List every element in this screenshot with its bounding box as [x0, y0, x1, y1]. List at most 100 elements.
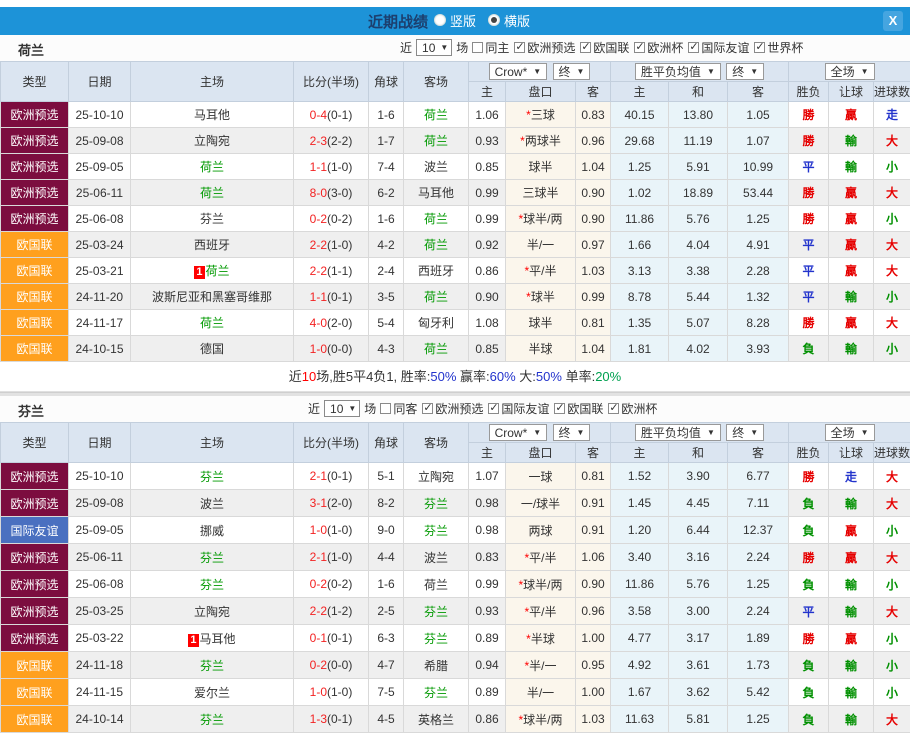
- competition-type-cell: 欧洲预选: [1, 544, 69, 571]
- team-name-text: 荷兰: [424, 578, 448, 592]
- league-checkbox[interactable]: 国际友谊: [488, 400, 549, 417]
- summary-part: 10: [302, 369, 316, 384]
- league-checkbox[interactable]: 欧洲杯: [608, 400, 657, 417]
- recent-count-select[interactable]: 10▼: [416, 39, 452, 56]
- col-odds-away: 客: [576, 443, 611, 463]
- chevron-down-icon: ▼: [440, 43, 448, 52]
- checkbox-icon[interactable]: [688, 42, 699, 53]
- league-checkbox[interactable]: 国际友谊: [688, 39, 749, 56]
- layout-radio-option[interactable]: 横版: [488, 11, 530, 30]
- section-header: 荷兰 近10▼场同主欧洲预选欧国联欧洲杯国际友谊世界杯: [0, 35, 910, 61]
- checkbox-icon[interactable]: [422, 403, 433, 414]
- chevron-down-icon: ▼: [533, 428, 541, 437]
- checkbox-icon[interactable]: [580, 42, 591, 53]
- odds-home-cell: 0.86: [469, 258, 506, 284]
- radio-icon[interactable]: [434, 14, 446, 26]
- team-name-text: 马耳他: [194, 108, 230, 122]
- away-team-cell: 立陶宛: [404, 463, 469, 490]
- handicap-result-cell: 輸: [829, 706, 874, 733]
- avg-home-cell: 11.63: [611, 706, 669, 733]
- crow-dropdown[interactable]: Crow*▼: [489, 63, 548, 80]
- team-name-text: 立陶宛: [194, 134, 230, 148]
- team-name-text: 芬兰: [424, 632, 448, 646]
- checkbox-icon[interactable]: [634, 42, 645, 53]
- fullmatch-dropdown[interactable]: 全场▼: [825, 424, 875, 441]
- result-cell: 平: [789, 284, 829, 310]
- odds-away-cell: 0.83: [576, 102, 611, 128]
- table-row: 欧洲预选25-06-08芬兰0-2(0-2)1-6荷兰0.99*球半/两0.90…: [1, 206, 910, 232]
- team-name-text: 马耳他: [418, 186, 454, 200]
- col-result: 胜负: [789, 82, 829, 102]
- result-cell: 勝: [789, 463, 829, 490]
- team-name-text: 芬兰: [200, 470, 224, 484]
- same-venue-checkbox[interactable]: 同客: [380, 400, 417, 417]
- checkbox-icon[interactable]: [754, 42, 765, 53]
- result-cell: 負: [789, 517, 829, 544]
- league-checkbox[interactable]: 欧洲预选: [422, 400, 483, 417]
- titlebar: 近期战绩 竖版横版 X: [0, 7, 910, 35]
- recent-count-select[interactable]: 10▼: [324, 400, 360, 417]
- layout-radio-option[interactable]: 竖版: [434, 11, 476, 30]
- handicap-cell: 一球: [506, 463, 576, 490]
- team-name-text: 荷兰: [424, 290, 448, 304]
- team-name-text: 芬兰: [200, 659, 224, 673]
- final-avg-dropdown[interactable]: 终▼: [726, 424, 764, 441]
- chevron-down-icon: ▼: [750, 67, 758, 76]
- league-checkbox[interactable]: 世界杯: [754, 39, 803, 56]
- final-avg-dropdown[interactable]: 终▼: [726, 63, 764, 80]
- team-name-text: 荷兰: [424, 134, 448, 148]
- handicap-result-cell: 輸: [829, 128, 874, 154]
- halftime-score: (2-2): [327, 134, 352, 148]
- fulltime-score: 1-0: [310, 685, 327, 699]
- goals-result-cell: 小: [874, 206, 910, 232]
- home-team-cell: 1马耳他: [131, 625, 294, 652]
- checkbox-icon[interactable]: [554, 403, 565, 414]
- score-cell: 2-3(2-2): [294, 128, 369, 154]
- away-team-cell: 荷兰: [404, 336, 469, 362]
- checkbox-icon[interactable]: [514, 42, 525, 53]
- date-cell: 25-03-25: [69, 598, 131, 625]
- close-button[interactable]: X: [883, 11, 903, 31]
- halftime-score: (1-0): [327, 685, 352, 699]
- date-cell: 25-03-22: [69, 625, 131, 652]
- avg-dropdown[interactable]: 胜平负均值▼: [635, 424, 721, 441]
- league-checkbox[interactable]: 欧洲杯: [634, 39, 683, 56]
- crow-dropdown[interactable]: Crow*▼: [489, 424, 548, 441]
- team-name-text: 波兰: [424, 160, 448, 174]
- checkbox-icon[interactable]: [380, 403, 391, 414]
- home-team-cell: 德国: [131, 336, 294, 362]
- result-cell: 勝: [789, 180, 829, 206]
- team-name-text: 荷兰: [424, 342, 448, 356]
- league-checkbox[interactable]: 欧国联: [580, 39, 629, 56]
- handicap-cell: 一/球半: [506, 490, 576, 517]
- avg-away-cell: 8.28: [728, 310, 789, 336]
- league-checkbox[interactable]: 欧洲预选: [514, 39, 575, 56]
- odds-away-cell: 0.90: [576, 206, 611, 232]
- fulltime-score: 2-2: [310, 238, 327, 252]
- fullmatch-dropdown[interactable]: 全场▼: [825, 63, 875, 80]
- same-venue-checkbox[interactable]: 同主: [472, 39, 509, 56]
- odds-away-cell: 1.03: [576, 706, 611, 733]
- odds-away-cell: 0.90: [576, 180, 611, 206]
- halftime-score: (0-2): [327, 577, 352, 591]
- corners-cell: 7-5: [369, 679, 404, 706]
- radio-icon[interactable]: [488, 14, 500, 26]
- date-cell: 25-06-08: [69, 571, 131, 598]
- goals-result-cell: 大: [874, 463, 910, 490]
- avg-draw-cell: 11.19: [669, 128, 728, 154]
- team-name-text: 波斯尼亚和黑塞哥维那: [152, 290, 272, 304]
- fullmatch-dropdown-label: 全场: [831, 424, 855, 441]
- checkbox-label: 国际友谊: [501, 400, 549, 417]
- final-odds-dropdown[interactable]: 终▼: [553, 63, 591, 80]
- summary-part: 50%: [430, 369, 456, 384]
- checkbox-icon[interactable]: [472, 42, 483, 53]
- checkbox-icon[interactable]: [608, 403, 619, 414]
- corners-cell: 9-0: [369, 517, 404, 544]
- league-checkbox[interactable]: 欧国联: [554, 400, 603, 417]
- checkbox-icon[interactable]: [488, 403, 499, 414]
- final-odds-dropdown[interactable]: 终▼: [553, 424, 591, 441]
- score-cell: 1-0(1-0): [294, 679, 369, 706]
- fulltime-score: 3-1: [310, 496, 327, 510]
- avg-dropdown[interactable]: 胜平负均值▼: [635, 63, 721, 80]
- goals-result-cell: 小: [874, 679, 910, 706]
